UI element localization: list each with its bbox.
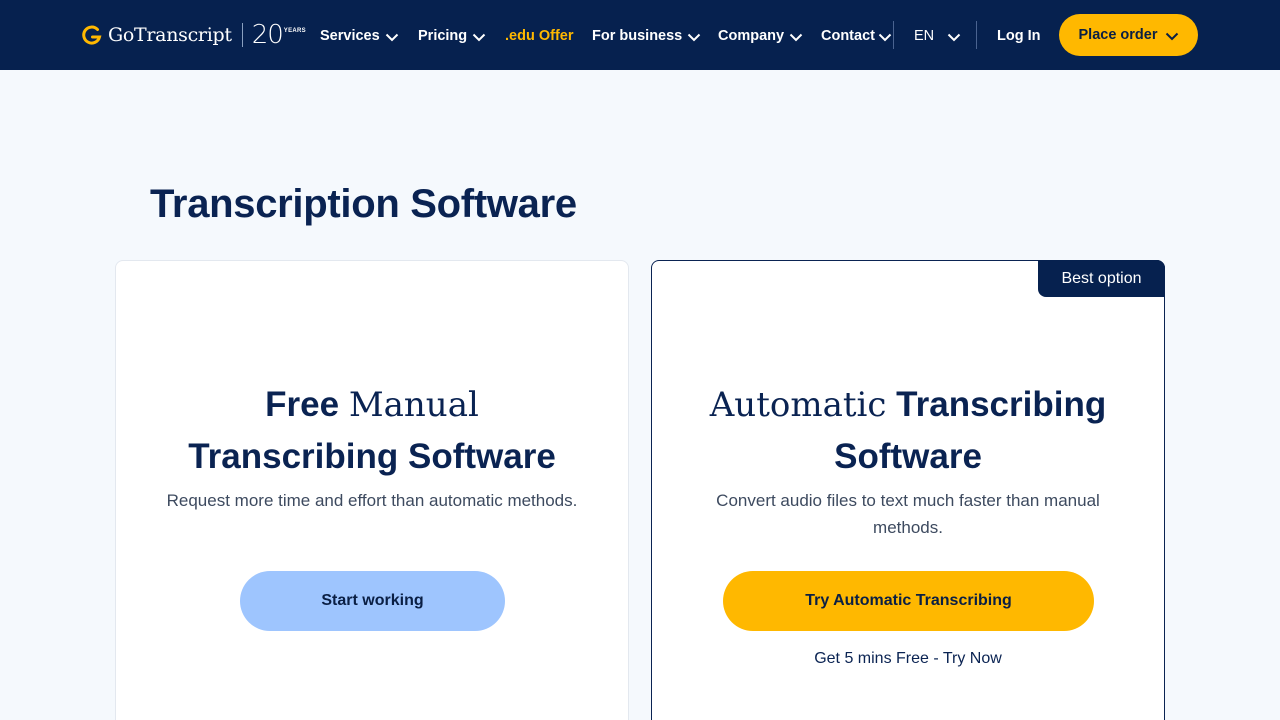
card-title-word: Free	[265, 385, 340, 424]
card-title-word: Manual	[348, 385, 479, 425]
nav-services[interactable]: Services	[320, 26, 399, 46]
automatic-software-card: Best option Automatic Transcribing Softw…	[651, 260, 1165, 720]
chevron-down-icon	[472, 33, 486, 42]
years-badge: 20 YEARS	[252, 22, 306, 48]
logo-text: GoTranscript	[108, 24, 232, 46]
card-title-word: Automatic	[709, 385, 887, 425]
page-title: Transcription Software	[150, 182, 577, 226]
free-trial-link[interactable]: Get 5 mins Free - Try Now	[652, 650, 1164, 668]
gotranscript-g-icon	[82, 25, 102, 45]
manual-software-card: Free Manual Transcribing Software Reques…	[115, 260, 629, 720]
nav-company-label: Company	[718, 28, 785, 44]
chevron-down-icon	[385, 33, 398, 42]
nav-services-label: Services	[320, 28, 380, 44]
top-navigation-bar: GoTranscript 20 YEARS Services Pricing .…	[0, 0, 1280, 70]
card-title-line: Software	[834, 437, 982, 476]
best-option-badge: Best option	[1038, 260, 1165, 297]
chevron-down-icon	[878, 33, 892, 42]
nav-edu-offer[interactable]: .edu Offer	[505, 26, 573, 46]
card-title: Free Manual Transcribing Software	[116, 379, 628, 483]
nav-for-business-label: For business	[592, 28, 683, 44]
card-title: Automatic Transcribing Software	[652, 379, 1164, 483]
years-label: YEARS	[283, 28, 306, 34]
nav-divider	[893, 21, 894, 49]
nav-divider	[976, 21, 977, 49]
nav-pricing-label: Pricing	[418, 28, 468, 44]
logo-divider	[241, 23, 243, 47]
login-link[interactable]: Log In	[997, 26, 1041, 46]
chevron-down-icon	[947, 33, 961, 42]
start-working-button[interactable]: Start working	[240, 571, 505, 631]
chevron-down-icon	[688, 33, 701, 42]
nav-contact-label: Contact	[821, 28, 875, 44]
gotranscript-logo[interactable]: GoTranscript 20 YEARS	[82, 20, 306, 50]
nav-for-business[interactable]: For business	[592, 26, 701, 46]
language-label: EN	[914, 28, 935, 44]
nav-pricing[interactable]: Pricing	[418, 26, 486, 46]
card-description: Request more time and effort than automa…	[166, 491, 578, 510]
card-title-line: Transcribing Software	[188, 437, 556, 476]
card-title-word: Transcribing	[896, 385, 1107, 424]
chevron-down-icon	[789, 33, 803, 42]
years-number: 20	[251, 20, 284, 50]
try-automatic-transcribing-button[interactable]: Try Automatic Transcribing	[723, 571, 1094, 631]
nav-company[interactable]: Company	[718, 26, 803, 46]
nav-contact[interactable]: Contact	[821, 26, 892, 46]
nav-edu-offer-label: .edu Offer	[505, 28, 574, 44]
language-selector[interactable]: EN	[914, 26, 961, 46]
place-order-button[interactable]: Place order	[1059, 14, 1198, 56]
place-order-label: Place order	[1078, 27, 1158, 43]
card-description: Convert audio files to text much faster …	[716, 491, 1100, 537]
chevron-down-icon	[1165, 32, 1178, 41]
